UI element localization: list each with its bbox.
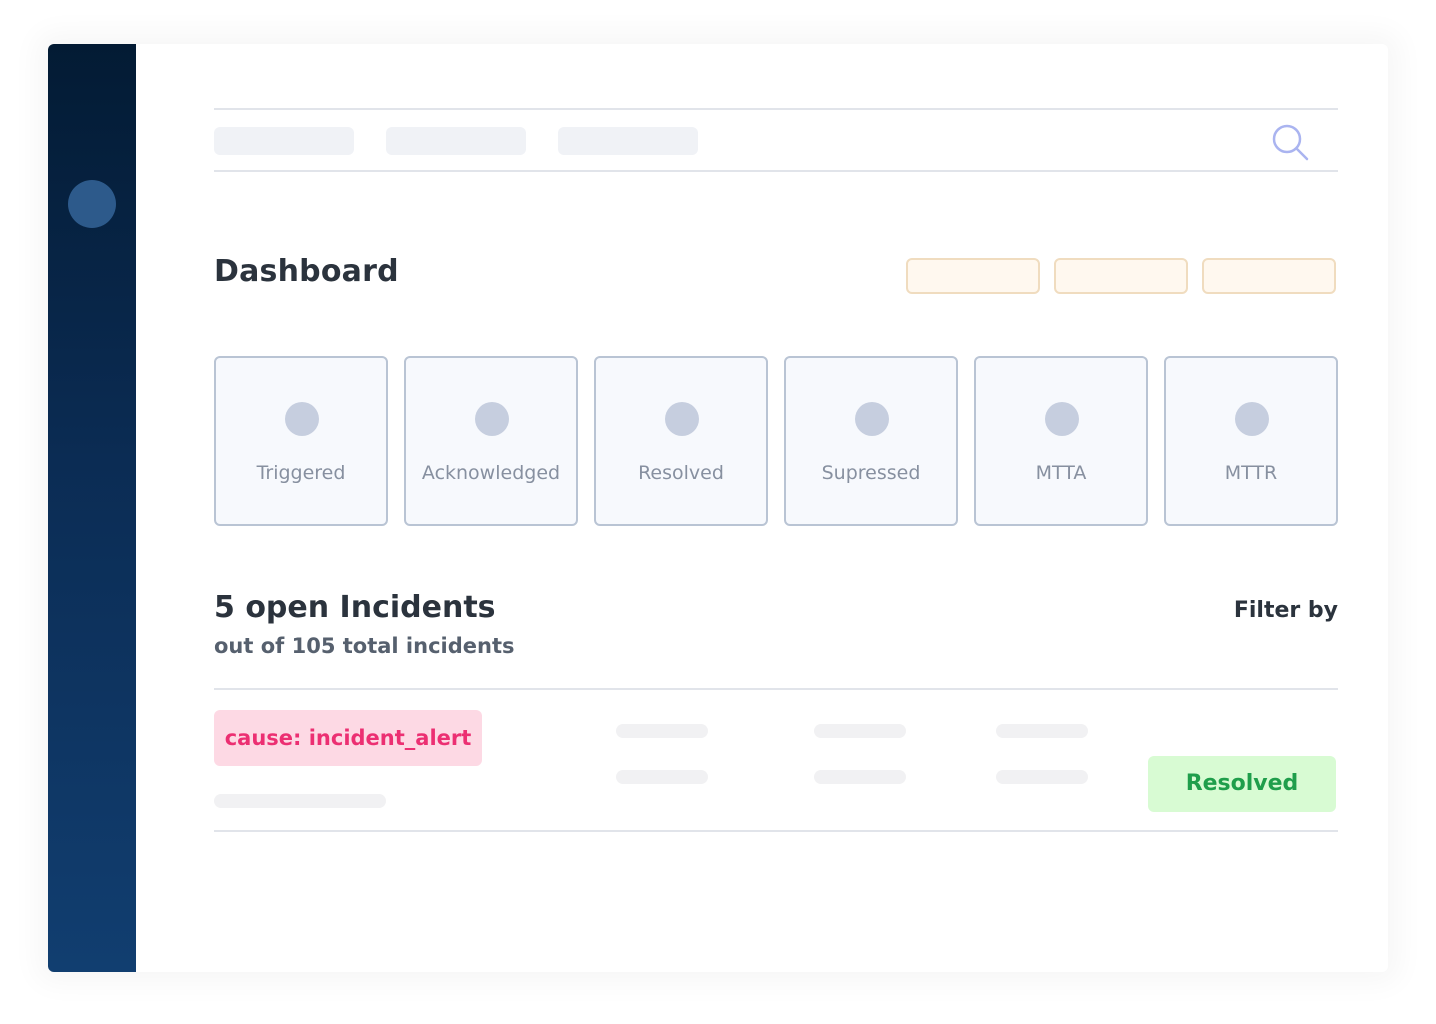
text-placeholder <box>996 770 1088 784</box>
top-navigation <box>214 108 1338 172</box>
stat-status-dot-icon <box>1045 402 1079 436</box>
status-badge[interactable]: Resolved <box>1148 756 1336 812</box>
sidebar <box>48 44 136 972</box>
stat-card-acknowledged[interactable]: Acknowledged <box>404 356 578 526</box>
stat-card-triggered[interactable]: Triggered <box>214 356 388 526</box>
page-title: Dashboard <box>214 254 399 289</box>
avatar[interactable] <box>68 180 116 228</box>
nav-item-placeholder[interactable] <box>386 127 526 155</box>
text-placeholder <box>996 724 1088 738</box>
nav-item-placeholder[interactable] <box>214 127 354 155</box>
nav-item-placeholder[interactable] <box>558 127 698 155</box>
incident-row[interactable]: cause: incident_alert Resolved <box>214 688 1338 832</box>
stat-label: Resolved <box>638 462 724 484</box>
stat-status-dot-icon <box>475 402 509 436</box>
stat-label: Supressed <box>821 462 921 484</box>
main-content: Dashboard Triggered Acknowledged Resolve… <box>214 44 1338 972</box>
stat-card-mttr[interactable]: MTTR <box>1164 356 1338 526</box>
incidents-subtitle: out of 105 total incidents <box>214 634 515 658</box>
text-placeholder <box>616 724 708 738</box>
cause-tag: cause: incident_alert <box>214 710 482 766</box>
app-window: Dashboard Triggered Acknowledged Resolve… <box>48 44 1388 972</box>
text-placeholder <box>616 770 708 784</box>
stat-card-resolved[interactable]: Resolved <box>594 356 768 526</box>
stat-status-dot-icon <box>285 402 319 436</box>
incidents-title: 5 open Incidents <box>214 590 496 625</box>
stat-status-dot-icon <box>1235 402 1269 436</box>
search-icon[interactable] <box>1270 122 1310 162</box>
filter-by-link[interactable]: Filter by <box>1234 598 1338 623</box>
stat-label: Acknowledged <box>421 462 561 484</box>
stat-label: MTTA <box>1035 462 1087 484</box>
stat-label: MTTR <box>1224 462 1278 484</box>
text-placeholder <box>214 794 386 808</box>
stat-status-dot-icon <box>665 402 699 436</box>
stat-status-dot-icon <box>855 402 889 436</box>
stat-card-supressed[interactable]: Supressed <box>784 356 958 526</box>
stat-card-mtta[interactable]: MTTA <box>974 356 1148 526</box>
text-placeholder <box>814 724 906 738</box>
action-button-placeholder[interactable] <box>906 258 1040 294</box>
text-placeholder <box>814 770 906 784</box>
stat-label: Triggered <box>256 462 346 484</box>
action-button-placeholder[interactable] <box>1202 258 1336 294</box>
action-button-placeholder[interactable] <box>1054 258 1188 294</box>
